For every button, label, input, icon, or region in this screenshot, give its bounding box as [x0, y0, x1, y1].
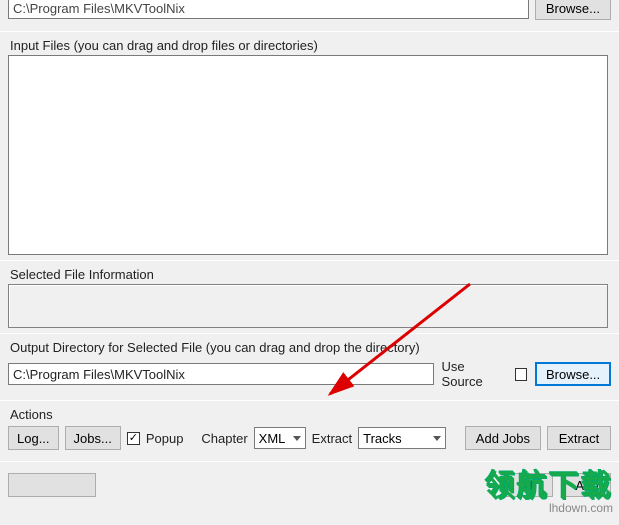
actions-label: Actions [10, 407, 619, 422]
output-directory-input[interactable] [8, 363, 434, 385]
bottom-button-abo[interactable]: Abo [563, 473, 611, 497]
chapter-format-value: XML [259, 431, 287, 446]
divider [0, 260, 619, 261]
popup-checkbox[interactable] [127, 432, 140, 445]
browse-output-button[interactable]: Browse... [535, 362, 611, 386]
selected-file-info-label: Selected File Information [10, 267, 619, 282]
chapter-label: Chapter [201, 431, 247, 446]
extract-target-select[interactable]: Tracks [358, 427, 446, 449]
use-source-label: Use Source [442, 359, 507, 389]
extract-label: Extract [312, 431, 352, 446]
use-source-checkbox[interactable] [515, 368, 528, 381]
divider [0, 461, 619, 462]
extract-target-value: Tracks [363, 431, 427, 446]
watermark-url: lhdown.com [485, 501, 613, 515]
log-button[interactable]: Log... [8, 426, 59, 450]
bottom-button-ab[interactable]: Ab [505, 473, 553, 497]
chevron-down-icon [433, 436, 441, 441]
divider [0, 400, 619, 401]
output-directory-label: Output Directory for Selected File (you … [10, 340, 619, 355]
popup-label: Popup [146, 431, 184, 446]
bottom-button-1[interactable] [8, 473, 96, 497]
chevron-down-icon [293, 436, 301, 441]
jobs-button[interactable]: Jobs... [65, 426, 121, 450]
selected-file-info-box [8, 284, 608, 328]
divider [0, 333, 619, 334]
extract-button[interactable]: Extract [547, 426, 611, 450]
browse-program-path-button[interactable]: Browse... [535, 0, 611, 20]
chapter-format-select[interactable]: XML [254, 427, 306, 449]
input-files-dropzone[interactable] [8, 55, 608, 255]
program-path-input[interactable] [8, 0, 529, 19]
input-files-label: Input Files (you can drag and drop files… [10, 38, 619, 53]
add-jobs-button[interactable]: Add Jobs [465, 426, 541, 450]
divider [0, 31, 619, 32]
